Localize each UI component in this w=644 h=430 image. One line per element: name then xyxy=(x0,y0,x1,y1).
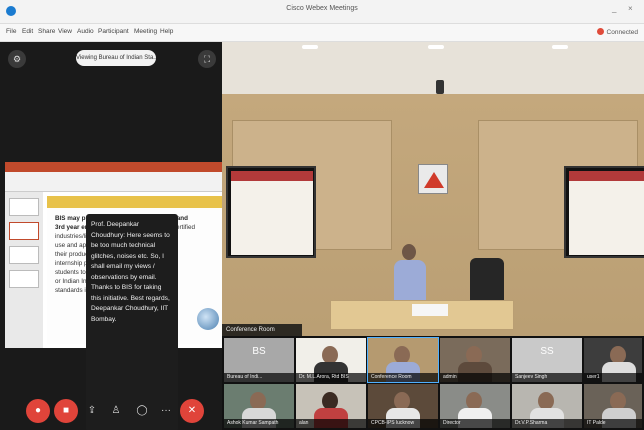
more-button[interactable]: ··· xyxy=(154,399,178,423)
participant-tile[interactable]: Dr. M.L.Arora, Rtd BIS xyxy=(296,338,366,382)
desk-papers xyxy=(412,304,448,316)
participant-strip: BS Bureau of Indi... Dr. M.L.Arora, Rtd B… xyxy=(222,336,644,430)
microphone-icon: ● xyxy=(34,405,42,416)
display-header xyxy=(569,171,644,181)
title-bar: Cisco Webex Meetings _ × xyxy=(0,0,644,24)
participant-name: Dr.V.P.Sharma xyxy=(512,419,582,428)
settings-icon[interactable]: ⚙ xyxy=(8,50,26,68)
participant-name: user1 xyxy=(584,373,642,382)
fullscreen-icon[interactable]: ⛶ xyxy=(198,50,216,68)
slide-thumbnail xyxy=(9,270,39,288)
participant-name: Bureau of Indi... xyxy=(224,373,294,382)
menu-file[interactable]: File xyxy=(6,28,16,35)
slide-thumbnail xyxy=(9,198,39,216)
participant-tile[interactable]: Conference Room xyxy=(367,337,439,383)
minimize-button[interactable]: _ xyxy=(612,4,616,13)
participant-initials: SS xyxy=(540,346,554,357)
participant-tile[interactable]: SS Sanjeev Singh xyxy=(512,338,582,382)
close-icon: ✕ xyxy=(187,405,197,416)
chat-button[interactable]: ◯ xyxy=(130,399,154,423)
room-display xyxy=(564,166,644,258)
ceiling-light xyxy=(302,45,318,49)
close-window-button[interactable]: × xyxy=(628,4,633,13)
active-speaker-label: Conference Room xyxy=(222,324,302,336)
slide-thumbnails xyxy=(5,192,43,348)
participant-tile[interactable]: Ashok Kumar Sampath xyxy=(224,384,294,428)
room-ceiling xyxy=(222,42,644,94)
participant-tile[interactable]: alan xyxy=(296,384,366,428)
participant-tile[interactable]: BS Bureau of Indi... xyxy=(224,338,294,382)
menu-meeting[interactable]: Meeting xyxy=(134,28,157,35)
participant-name: CPCB-IPS lucknow xyxy=(368,419,438,428)
share-icon: ⇪ xyxy=(87,405,97,416)
participant-name: Dr. M.L.Arora, Rtd BIS xyxy=(296,373,366,382)
ppt-title-ribbon xyxy=(5,162,222,172)
room-display-screen xyxy=(231,171,313,255)
display-header xyxy=(231,171,313,181)
leave-button[interactable]: ✕ xyxy=(180,399,204,423)
wall-speaker xyxy=(436,80,444,94)
participant-tile[interactable]: CPCB-IPS lucknow xyxy=(368,384,438,428)
menu-share[interactable]: Share xyxy=(38,28,55,35)
active-speaker-video[interactable]: Conference Room BS Bureau of Indi... Dr. … xyxy=(222,42,644,430)
menu-bar: File Edit Share View Audio Participant M… xyxy=(0,24,644,42)
sharing-banner[interactable]: Viewing Bureau of Indian Sta... xyxy=(76,50,156,66)
participant-tile[interactable]: IT Palde xyxy=(584,384,642,428)
participant-name: alan xyxy=(296,419,366,428)
participant-name: Conference Room xyxy=(368,373,438,382)
participant-name: Sanjeev Singh xyxy=(512,373,582,382)
participant-tile[interactable]: Director xyxy=(440,384,510,428)
shared-content-pane: ⚙ Viewing Bureau of Indian Sta... ⛶ BIS … xyxy=(0,42,222,430)
share-button[interactable]: ⇪ xyxy=(80,399,104,423)
chat-icon: ◯ xyxy=(136,405,148,416)
participant-name: Director xyxy=(440,419,510,428)
ceiling-light xyxy=(552,45,568,49)
participant-name: Ashok Kumar Sampath xyxy=(224,419,294,428)
room-display xyxy=(226,166,316,258)
ceiling-light xyxy=(428,45,444,49)
menu-audio[interactable]: Audio xyxy=(77,28,94,35)
room-display-screen xyxy=(569,171,644,255)
slide-thumbnail xyxy=(9,246,39,264)
speaker-head xyxy=(402,244,416,260)
person-icon: ♙ xyxy=(111,405,121,416)
globe-icon xyxy=(197,308,219,330)
stop-video-button[interactable]: ■ xyxy=(54,399,78,423)
menu-help[interactable]: Help xyxy=(160,28,173,35)
slide-thumbnail xyxy=(9,222,39,240)
participants-button[interactable]: ♙ xyxy=(104,399,128,423)
webex-window: Cisco Webex Meetings _ × File Edit Share… xyxy=(0,0,644,430)
speaker-body xyxy=(394,260,426,302)
menu-edit[interactable]: Edit xyxy=(22,28,33,35)
connection-status[interactable]: Connected xyxy=(596,28,638,36)
status-dot-icon xyxy=(596,28,604,35)
more-icon: ··· xyxy=(161,405,171,416)
participant-name: IT Palde xyxy=(584,419,642,428)
menu-participant[interactable]: Participant xyxy=(98,28,129,35)
ppt-toolbar xyxy=(5,172,222,192)
mute-button[interactable]: ● xyxy=(26,399,50,423)
participant-tile[interactable]: Dr.V.P.Sharma xyxy=(512,384,582,428)
menu-view[interactable]: View xyxy=(58,28,72,35)
participant-initials: BS xyxy=(252,346,266,357)
participant-tile[interactable]: admin xyxy=(440,338,510,382)
participant-tile[interactable]: user1 xyxy=(584,338,642,382)
window-title: Cisco Webex Meetings xyxy=(286,5,358,12)
participant-name: admin xyxy=(440,373,510,382)
camera-icon: ■ xyxy=(62,405,70,416)
chat-message-tooltip: Prof. Deepankar Choudhury: Here seems to… xyxy=(86,214,178,430)
bis-logo xyxy=(418,164,448,194)
bis-logo-triangle xyxy=(424,172,444,188)
slide-header-band xyxy=(47,196,222,208)
